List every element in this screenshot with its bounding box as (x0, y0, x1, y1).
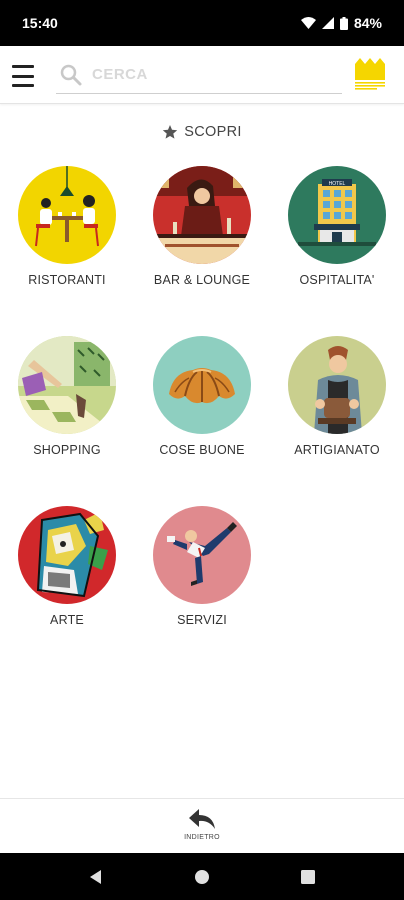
nav-recents-icon[interactable] (298, 867, 318, 887)
restaurant-illustration (18, 166, 116, 264)
category-label: RISTORANTI (28, 273, 106, 287)
battery-percent: 84% (353, 15, 382, 31)
section-heading: SCOPRI (0, 120, 404, 144)
back-label: INDIETRO (184, 834, 220, 841)
category-bar-lounge[interactable]: BAR & LOUNGE (135, 166, 269, 306)
category-ospitalita[interactable]: HOTEL OSPITALITA' (270, 166, 404, 306)
status-time: 15:40 (22, 15, 58, 31)
bottom-bar: INDIETRO (0, 798, 404, 853)
bar-lounge-illustration (153, 166, 251, 264)
croissant-illustration (153, 336, 251, 434)
hamburger-icon-bar (12, 74, 34, 78)
category-label: BAR & LOUNGE (153, 273, 251, 287)
search-input[interactable] (92, 66, 332, 83)
art-illustration (18, 506, 116, 604)
category-ristoranti[interactable]: RISTORANTI (0, 166, 134, 306)
hamburger-icon-bar (12, 65, 34, 68)
brand-logo (355, 58, 385, 90)
hotel-illustration: HOTEL (288, 166, 386, 264)
category-label: SERVIZI (177, 613, 227, 627)
artisan-illustration (288, 336, 386, 434)
services-illustration (153, 506, 251, 604)
signal-icon (321, 17, 334, 29)
app-bar (0, 46, 404, 104)
section-title: SCOPRI (184, 124, 242, 140)
category-arte[interactable]: ARTE (0, 506, 134, 646)
shopping-illustration (18, 336, 116, 434)
category-servizi[interactable]: SERVIZI (135, 506, 269, 646)
back-arrow-icon (189, 809, 215, 829)
search-icon (60, 64, 82, 85)
battery-icon (339, 16, 348, 30)
category-label: COSE BUONE (159, 443, 245, 457)
svg-text:HOTEL: HOTEL (329, 181, 346, 187)
back-button[interactable]: INDIETRO (176, 807, 228, 847)
system-nav-bar (0, 853, 404, 900)
menu-button[interactable] (12, 65, 36, 87)
category-shopping[interactable]: SHOPPING (0, 336, 134, 476)
category-label: SHOPPING (33, 443, 101, 457)
category-cose-buone[interactable]: COSE BUONE (135, 336, 269, 476)
search-bar[interactable] (56, 56, 342, 94)
category-artigianato[interactable]: ARTIGIANATO (270, 336, 404, 476)
category-label: ARTIGIANATO (294, 443, 380, 457)
nav-back-icon[interactable] (86, 867, 106, 887)
category-label: OSPITALITA' (299, 273, 375, 287)
hamburger-icon-bar (12, 84, 34, 87)
nav-home-icon[interactable] (192, 867, 212, 887)
category-label: ARTE (50, 613, 84, 627)
wifi-icon (300, 17, 316, 29)
status-bar: 15:40 84% (0, 0, 404, 46)
star-icon (163, 125, 178, 139)
status-icons: 84% (300, 15, 382, 31)
